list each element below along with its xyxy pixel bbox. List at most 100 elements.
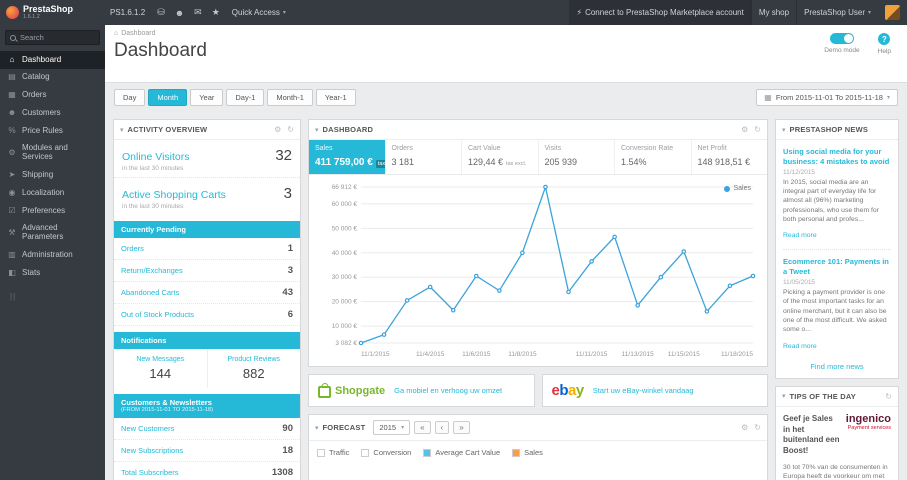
help-button[interactable]: ? Help: [878, 33, 891, 55]
forecast-legend-conversion[interactable]: Conversion: [361, 448, 411, 457]
shopgate-module-panel[interactable]: Shopgate Ga mobiel en verhoog uw omzet: [308, 374, 535, 407]
cart-icon[interactable]: ⛁: [152, 7, 170, 18]
user-icon[interactable]: ☻: [170, 8, 189, 18]
filter-month-button[interactable]: Month: [148, 89, 188, 106]
catalog-icon: ▤: [8, 72, 16, 82]
quick-access-menu[interactable]: Quick Access ▾: [225, 0, 293, 25]
section-subtitle: (FROM 2015-11-01 TO 2015-11-18): [121, 407, 214, 413]
checkbox[interactable]: [317, 448, 325, 457]
online-visitors-metric[interactable]: Online Visitors 32 in the last 30 minute…: [114, 140, 300, 177]
kpi-net-profit[interactable]: Net Profit 148 918,51 €: [692, 140, 768, 174]
sidebar-item-modules[interactable]: ⚙ Modules and Services: [0, 140, 105, 167]
kpi-label: Visits: [544, 145, 562, 152]
checkbox[interactable]: [512, 448, 521, 457]
checkbox[interactable]: [361, 448, 370, 457]
filter-month-1-button[interactable]: Month-1: [267, 89, 313, 106]
search-input[interactable]: [20, 33, 92, 42]
checkbox[interactable]: [423, 448, 432, 457]
filter-year-button[interactable]: Year: [190, 89, 224, 106]
gear-icon[interactable]: ⚙: [741, 423, 748, 432]
read-more-link[interactable]: Read more: [783, 232, 817, 239]
forecast-legend-traffic[interactable]: Traffic: [317, 448, 349, 457]
sidebar-item-administration[interactable]: ▥ Administration: [0, 247, 105, 265]
trophy-icon[interactable]: ★: [207, 7, 225, 18]
refresh-icon[interactable]: ↻: [287, 125, 294, 134]
sidebar-item-label: Shipping: [22, 170, 54, 180]
sidebar-item-advanced-parameters[interactable]: ⚒ Advanced Parameters: [0, 220, 105, 247]
pending-row-returns[interactable]: Return/Exchanges 3: [114, 260, 300, 282]
bolt-icon: ⚡: [576, 8, 583, 17]
breadcrumb-label: Dashboard: [121, 30, 156, 37]
avatar[interactable]: [885, 5, 900, 20]
sidebar-item-stats[interactable]: ◧ Stats: [0, 264, 105, 282]
ebay-link[interactable]: Start uw eBay-winkel vandaag: [593, 386, 694, 395]
sidebar-item-localization[interactable]: ◉ Localization: [0, 184, 105, 202]
kpi-cart-value[interactable]: Cart Value 129,44 € tax excl.: [462, 140, 539, 174]
filter-day-1-button[interactable]: Day-1: [226, 89, 265, 106]
active-carts-metric[interactable]: Active Shopping Carts 3 in the last 30 m…: [114, 177, 300, 215]
product-reviews-stat[interactable]: Product Reviews 882: [206, 349, 301, 388]
gear-icon[interactable]: ⚙: [741, 125, 748, 134]
sidebar-item-shipping[interactable]: ➤ Shipping: [0, 167, 105, 185]
comment-icon[interactable]: ✉: [189, 7, 207, 18]
customers-row-new-subscriptions[interactable]: New Subscriptions 18: [114, 440, 300, 462]
shopgate-link[interactable]: Ga mobiel en verhoog uw omzet: [394, 386, 502, 395]
pending-row-out-of-stock[interactable]: Out of Stock Products 6: [114, 304, 300, 326]
chart-legend[interactable]: Sales: [724, 185, 751, 192]
user-menu[interactable]: PrestaShop User ▾: [797, 0, 878, 25]
refresh-icon[interactable]: ↻: [885, 392, 892, 401]
sidebar-item-catalog[interactable]: ▤ Catalog: [0, 69, 105, 87]
svg-text:11/1/2015: 11/1/2015: [361, 351, 390, 358]
pending-row-orders[interactable]: Orders 1: [114, 238, 300, 260]
forecast-legend-average-cart-value[interactable]: Average Cart Value: [423, 448, 500, 457]
sidebar-item-dashboard[interactable]: ⌂ Dashboard: [0, 51, 105, 69]
gear-icon[interactable]: ⚙: [274, 125, 281, 134]
topbar: PrestaShop 1.6.1.2 PS1.6.1.2 ⛁ ☻ ✉ ★ Qui…: [0, 0, 907, 25]
stat-value: 144: [149, 366, 172, 381]
sidebar-item-preferences[interactable]: ☑ Preferences: [0, 202, 105, 220]
forecast-legend-sales[interactable]: Sales: [512, 448, 543, 457]
ingenico-logo[interactable]: ingenico Payment services: [846, 413, 891, 431]
metric-sub: in the last 30 minutes: [122, 165, 184, 172]
filter-year-1-button[interactable]: Year-1: [315, 89, 356, 106]
marketplace-link[interactable]: ⚡ Connect to PrestaShop Marketplace acco…: [569, 0, 751, 25]
ebay-module-panel[interactable]: ebay Start uw eBay-winkel vandaag: [541, 374, 768, 407]
article-title[interactable]: Ecommerce 101: Payments in a Tweet: [783, 257, 891, 277]
page-header: [105, 25, 907, 83]
kpi-conversion-rate[interactable]: Conversion Rate 1.54%: [615, 140, 692, 174]
caret-down-icon: ▾: [782, 393, 786, 401]
customers-row-new-customers[interactable]: New Customers 90: [114, 418, 300, 440]
find-more-news-link[interactable]: Find more news: [783, 362, 891, 371]
sidebar-search[interactable]: [5, 30, 100, 45]
row-value: 1: [287, 243, 293, 254]
pending-row-abandoned-carts[interactable]: Abandoned Carts 43: [114, 282, 300, 304]
collapse-menu-icon[interactable]: ||: [0, 282, 105, 311]
refresh-icon[interactable]: ↻: [754, 125, 761, 134]
forecast-prev-button[interactable]: ‹: [434, 421, 450, 434]
date-range-picker[interactable]: ▦ From 2015-11-01 To 2015-11-18 ▾: [756, 89, 898, 106]
demo-mode-toggle[interactable]: Demo mode: [824, 33, 860, 55]
read-more-link[interactable]: Read more: [783, 343, 817, 350]
kpi-sales[interactable]: Sales 411 759,00 €tax excl.: [309, 140, 386, 174]
toggle-switch[interactable]: [829, 33, 854, 44]
shipping-icon: ➤: [8, 170, 16, 180]
article-title[interactable]: Using social media for your business: 4 …: [783, 147, 891, 167]
new-messages-stat[interactable]: New Messages 144: [114, 349, 207, 388]
filter-day-button[interactable]: Day: [114, 89, 146, 106]
forecast-first-button[interactable]: «: [414, 421, 431, 434]
sidebar-item-customers[interactable]: ☻ Customers: [0, 104, 105, 122]
customers-row-total-subscribers[interactable]: Total Subscribers 1308: [114, 462, 300, 480]
forecast-next-button[interactable]: »: [453, 421, 470, 434]
svg-text:3 082 €: 3 082 €: [335, 340, 357, 347]
sales-line-chart: 3 082 € 10 000 € 20 000 € 30 000 € 40 000 € 5…: [332, 184, 756, 358]
forecast-year-select[interactable]: 2015 ▾: [373, 420, 411, 435]
breadcrumb[interactable]: ⌂ Dashboard: [114, 30, 155, 37]
prestashop-logo[interactable]: PrestaShop 1.6.1.2: [0, 0, 103, 25]
my-shop-link[interactable]: My shop: [752, 0, 796, 25]
kpi-row: Sales 411 759,00 €tax excl. Orders 3 181…: [309, 140, 767, 175]
kpi-orders[interactable]: Orders 3 181: [386, 140, 462, 174]
sidebar-item-orders[interactable]: ▦ Orders: [0, 87, 105, 105]
kpi-visits[interactable]: Visits 205 939: [539, 140, 615, 174]
refresh-icon[interactable]: ↻: [754, 423, 761, 432]
sidebar-item-price-rules[interactable]: % Price Rules: [0, 122, 105, 140]
